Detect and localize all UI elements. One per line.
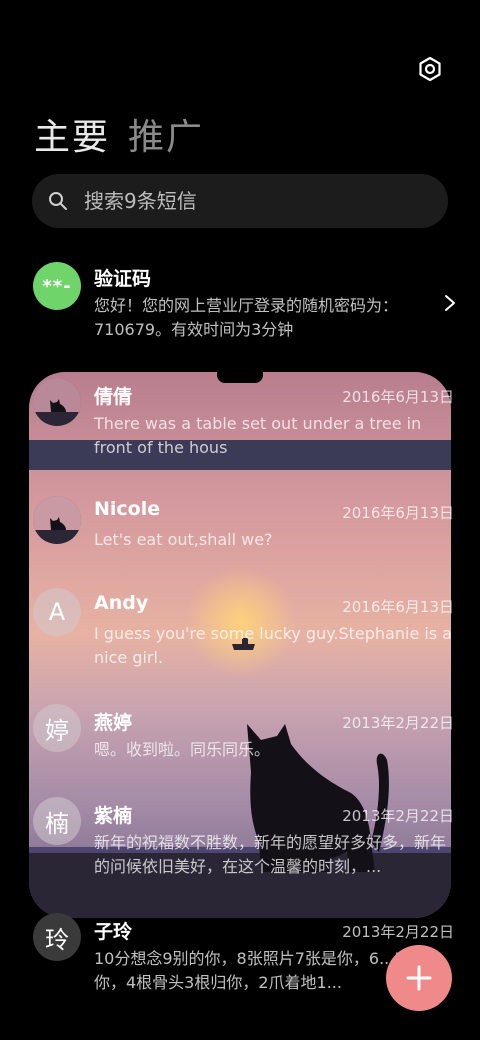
conversation-name: 倩倩	[94, 386, 133, 408]
cat-photo-avatar	[33, 378, 81, 426]
tab-main[interactable]: 主要	[34, 117, 110, 158]
conversation-date: 2013年2月22日	[342, 923, 454, 941]
conversation-name: Nicole	[94, 498, 161, 520]
search-icon	[49, 192, 67, 210]
letter-avatar: 婷	[33, 704, 81, 752]
tab-promotions[interactable]: 推广	[128, 117, 204, 158]
conversation-date: 2016年6月13日	[342, 598, 454, 616]
conversation-row[interactable]: 婷 燕婷 2013年2月22日 嗯。收到啦。同乐同乐。	[0, 704, 480, 774]
conversation-row[interactable]: A Andy 2016年6月13日 I guess you're some lu…	[0, 588, 480, 678]
search-bar[interactable]	[32, 174, 448, 228]
conversation-row[interactable]: Nicole 2016年6月13日 Let's eat out,shall we…	[0, 494, 480, 574]
chevron-right-icon[interactable]	[444, 294, 456, 312]
search-input[interactable]	[82, 188, 406, 214]
tab-bar: 主要 推广	[34, 108, 204, 160]
letter-avatar: A	[33, 588, 81, 636]
conversation-snippet: Let's eat out,shall we?	[94, 530, 273, 549]
gear-icon[interactable]	[417, 56, 443, 82]
conversation-name: 验证码	[94, 268, 152, 290]
letter-avatar: 楠	[33, 797, 81, 845]
conversation-row[interactable]: 倩倩 2016年6月13日 There was a table set out …	[0, 378, 480, 468]
verification-code-avatar: **-	[33, 262, 81, 310]
conversation-row[interactable]: 楠 紫楠 2013年2月22日 新年的祝福数不胜数，新年的愿望好多好多，新年的问…	[0, 797, 480, 887]
conversation-snippet: I guess you're some lucky guy.Stephanie …	[94, 624, 453, 667]
conversation-row-verification[interactable]: **- 验证码 您好！您的网上营业厅登录的随机密码为：710679。有效时间为3…	[0, 258, 480, 348]
conversation-date: 2013年2月22日	[342, 714, 454, 732]
conversation-name: 子玲	[94, 921, 133, 943]
conversation-date: 2016年6月13日	[342, 388, 454, 406]
conversation-name: 燕婷	[94, 712, 133, 734]
conversation-snippet: There was a table set out under a tree i…	[94, 414, 422, 457]
conversation-snippet: 您好！您的网上营业厅登录的随机密码为：710679。有效时间为3分钟	[94, 296, 399, 339]
conversation-date: 2016年6月13日	[342, 504, 454, 522]
conversation-snippet: 嗯。收到啦。同乐同乐。	[94, 740, 271, 759]
compose-button[interactable]	[386, 945, 452, 1011]
conversation-date: 2013年2月22日	[342, 807, 454, 825]
conversation-snippet: 新年的祝福数不胜数，新年的愿望好多好多，新年的问候依旧美好，在这个温馨的时刻，.…	[94, 833, 447, 876]
letter-avatar: 玲	[33, 913, 81, 961]
conversation-name: Andy	[94, 592, 149, 614]
cat-photo-avatar	[33, 496, 81, 544]
plus-icon	[406, 965, 432, 991]
conversation-name: 紫楠	[94, 805, 133, 827]
